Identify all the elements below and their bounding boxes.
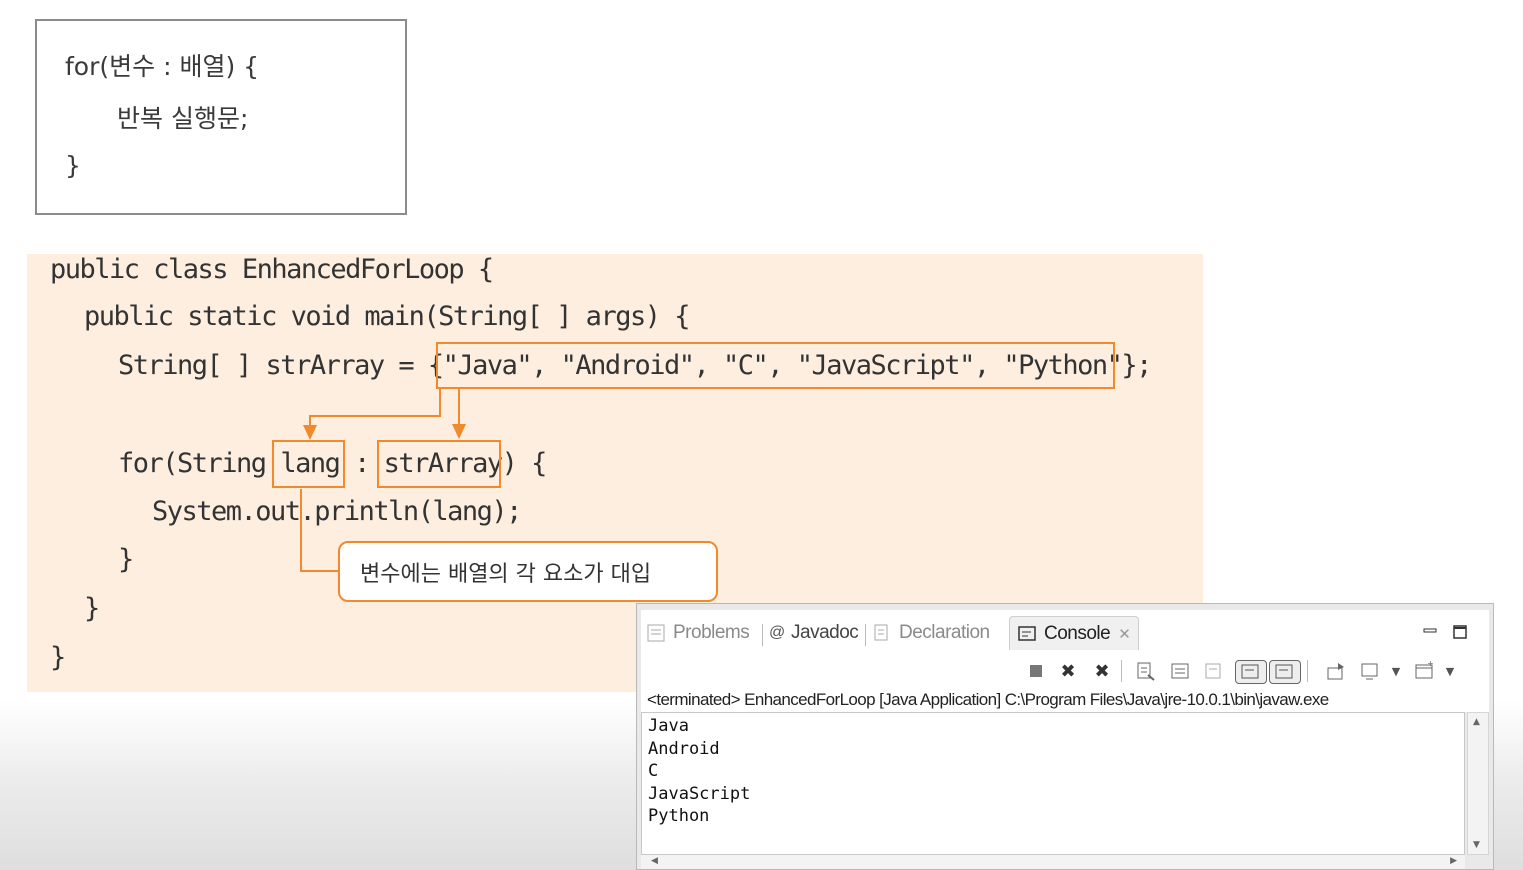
console-output[interactable]: Java Android C JavaScript Python — [641, 712, 1465, 855]
remove-all-terminated-icon[interactable]: ✖ — [1091, 660, 1113, 682]
scroll-down-icon[interactable]: ▼ — [1473, 840, 1480, 850]
scroll-right-icon[interactable]: ▶ — [1450, 856, 1457, 866]
console-view: Problems @ Javadoc Declaration Console ✕ — [636, 603, 1494, 870]
output-line: Python — [648, 806, 710, 826]
tab-declaration[interactable]: Declaration — [873, 616, 990, 650]
svg-text:+: + — [1427, 661, 1434, 668]
tab-console[interactable]: Console ✕ — [1009, 616, 1140, 651]
display-selected-console-icon[interactable] — [1359, 660, 1381, 682]
maximize-icon[interactable] — [1453, 624, 1467, 639]
tab-console-label: Console — [1044, 623, 1111, 644]
array-to-variable-arrow — [309, 389, 441, 428]
tab-problems-label: Problems — [673, 622, 750, 643]
callout-text: 변수에는 배열의 각 요소가 대입 — [360, 561, 652, 587]
toolbar-separator — [1307, 660, 1308, 682]
view-tab-bar: Problems @ Javadoc Declaration Console ✕ — [641, 610, 1489, 651]
declaration-icon — [873, 624, 891, 642]
terminate-icon[interactable] — [1025, 660, 1047, 682]
output-line: C — [648, 761, 659, 781]
clear-console-icon[interactable] — [1135, 660, 1157, 682]
pin-console-icon[interactable] — [1325, 660, 1347, 682]
tab-separator — [865, 624, 866, 646]
chevron-down-icon[interactable]: ▼ — [1439, 660, 1461, 682]
process-status: <terminated> EnhancedForLoop [Java Appli… — [641, 688, 1489, 712]
tab-declaration-label: Declaration — [899, 622, 990, 643]
variable-to-callout-line — [300, 489, 338, 572]
scroll-up-icon[interactable]: ▲ — [1473, 717, 1480, 727]
console-icon — [1018, 625, 1036, 643]
tab-separator — [762, 624, 763, 646]
tab-problems[interactable]: Problems — [647, 616, 750, 650]
vertical-scrollbar[interactable]: ▲ ▼ — [1467, 712, 1489, 855]
scroll-left-icon[interactable]: ◀ — [651, 856, 658, 866]
console-toolbar: ✖ ✖ ▼ + ▼ — [641, 650, 1489, 690]
output-line: Android — [648, 738, 720, 759]
tab-javadoc-label: Javadoc — [791, 622, 859, 643]
close-tab-icon[interactable]: ✕ — [1118, 625, 1131, 643]
open-console-icon[interactable]: + — [1413, 660, 1435, 682]
show-on-stdout-icon[interactable] — [1235, 660, 1267, 684]
minimize-icon[interactable] — [1423, 624, 1437, 638]
show-on-stderr-icon[interactable] — [1269, 660, 1301, 684]
chevron-down-icon[interactable]: ▼ — [1385, 660, 1407, 682]
javadoc-icon: @ — [769, 624, 785, 641]
output-line: JavaScript — [648, 783, 751, 804]
toolbar-separator — [1121, 660, 1122, 682]
output-line: Java — [648, 716, 689, 736]
problems-icon — [647, 624, 665, 642]
horizontal-scrollbar[interactable]: ◀ ▶ — [641, 855, 1465, 869]
remove-launch-icon[interactable]: ✖ — [1057, 660, 1079, 682]
callout-bubble: 변수에는 배열의 각 요소가 대입 — [338, 541, 718, 602]
scroll-lock-icon[interactable] — [1169, 660, 1191, 682]
tab-javadoc[interactable]: @ Javadoc — [769, 616, 859, 650]
word-wrap-icon[interactable] — [1203, 660, 1225, 682]
